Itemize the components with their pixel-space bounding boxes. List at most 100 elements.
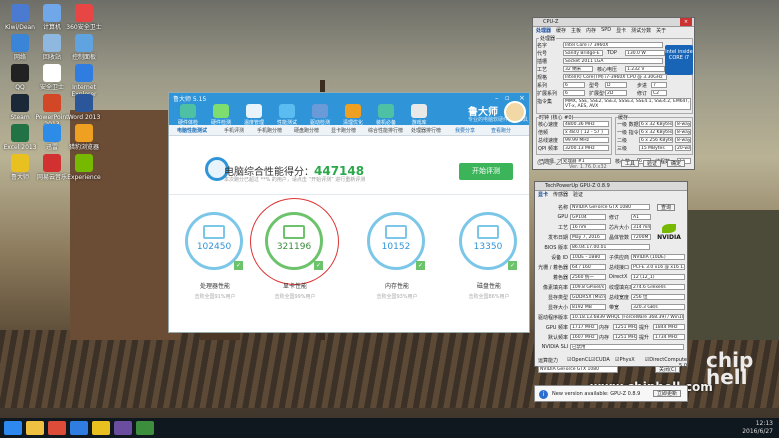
cpuz-tab-2[interactable]: 主板 [571, 27, 581, 36]
lookup-button[interactable]: 查询 [657, 204, 676, 211]
tab-3[interactable]: 硬盘跑分榜 [294, 127, 319, 134]
tab-1[interactable]: 手机评测 [224, 127, 244, 134]
app-icon [43, 64, 61, 82]
toolbar-item-6[interactable]: 装机必备 [371, 104, 401, 126]
desktop-icon[interactable]: 网易云音乐 [34, 154, 70, 181]
toolbar-item-4[interactable]: 驱动检测 [305, 104, 335, 126]
gpuz-value2: 314 mm² [631, 224, 651, 230]
validate-button[interactable]: 验证 [643, 160, 662, 167]
desktop-icon[interactable]: Internet Explorer [66, 64, 102, 98]
desktop-icon[interactable]: 控制面板 [66, 34, 102, 61]
desktop-icon[interactable]: QQ [2, 64, 38, 91]
component-icon [385, 225, 407, 239]
desktop-icon[interactable]: Word 2013 [66, 94, 102, 121]
gpuz-tab-2[interactable]: 验证 [573, 191, 583, 200]
desktop-icon[interactable]: Steam [2, 94, 38, 121]
taskbar-ie-icon[interactable] [70, 421, 88, 435]
taskbar-chrome-icon[interactable] [48, 421, 66, 435]
desktop-icon[interactable]: 猎豹浏览器 [66, 124, 102, 151]
cpuz-tab-3[interactable]: 内存 [586, 27, 596, 36]
toolbar-item-5[interactable]: 清理优化 [338, 104, 368, 126]
desktop-icon[interactable]: Experience [66, 154, 102, 181]
desktop-icon-label: 计算机 [42, 24, 61, 31]
desktop-icon[interactable]: 计算机 [34, 4, 70, 31]
cpuz-value: 7 [651, 82, 667, 88]
ok-button[interactable]: 确定 [667, 160, 686, 167]
taskbar-explorer-icon[interactable] [26, 421, 44, 435]
gpu-select[interactable]: NVIDIA GeForce GTX 1080 [538, 366, 618, 373]
cpuz-window[interactable]: CPU-Z × 处理器 缓存 主板 内存 SPD 显卡 测试分数 关于 处理器 intel in… [532, 17, 695, 170]
gpuz-label: 名称 [557, 205, 568, 211]
toolbar-item-1[interactable]: 硬件检测 [206, 104, 236, 126]
tab-0[interactable]: 电脑性能测试 [177, 127, 207, 134]
desktop: Kiwi/Dean 计算机 360安全卫士网络 回收站 控制面板 QQ 安全卫士 Intern… [0, 0, 779, 438]
gpuz-value: 109.8 GPixel/s [570, 284, 606, 290]
tab-6[interactable]: 处理器排行榜 [411, 127, 441, 134]
app-icon [11, 34, 29, 52]
taskbar-ludashi-icon[interactable] [92, 421, 110, 435]
cache-label: 一级 数据 [617, 122, 639, 128]
desktop-icon[interactable]: Kiwi/Dean [2, 4, 38, 31]
taskbar-cpu-z-icon[interactable] [114, 421, 132, 435]
desktop-icon[interactable]: 回收站 [34, 34, 70, 61]
compute-option[interactable]: ☑OpenCL [567, 357, 591, 363]
compute-option[interactable]: ☑PhysX [615, 357, 635, 363]
restore-icon[interactable]: ▫ [505, 94, 510, 102]
gpuz-label: NVIDIA SLI [541, 344, 568, 350]
taskbar-start-icon[interactable] [4, 421, 22, 435]
compute-option[interactable]: ☑CUDA [591, 357, 610, 363]
close-icon[interactable]: × [519, 94, 525, 102]
score-note-0: 击败全国91%用户 [194, 294, 236, 300]
wallpaper-trees [680, 210, 779, 340]
app-icon [11, 94, 29, 112]
toolbar-item-7[interactable]: 游戏库 [404, 104, 434, 126]
view-score-link[interactable]: 查看跑分 [491, 127, 511, 134]
desktop-icon[interactable]: 网络 [2, 34, 38, 61]
gpuz-label2: 总线宽度 [609, 295, 630, 301]
taskbar-apps [0, 421, 154, 435]
tab-5[interactable]: 综合性能排行榜 [368, 127, 403, 134]
ludashi-mascot-icon[interactable] [504, 101, 526, 123]
system-tray[interactable]: 12:13 2016/6/27 [742, 420, 773, 436]
cpuz-tab-7[interactable]: 关于 [656, 27, 666, 36]
ludashi-window[interactable]: 鲁大师 5.15 – ▫ × 硬件体检 硬件检测 温度管理 性能测试 驱动检测 清理优化装… [168, 92, 530, 333]
desktop-icon[interactable]: 迅雷 [34, 124, 70, 151]
cpuz-tab-6[interactable]: 测试分数 [631, 27, 651, 36]
desktop-icon[interactable]: 安全卫士 [34, 64, 70, 91]
gpuz-tab-1[interactable]: 传感器 [553, 191, 568, 200]
desktop-icon[interactable]: 360安全卫士 [66, 4, 102, 31]
cpuz-value: D [605, 82, 627, 88]
gpuz-label2: 内存 [599, 325, 610, 331]
toolbar-item-0[interactable]: 硬件体检 [173, 104, 203, 126]
tools-button[interactable]: 工具 [621, 160, 640, 167]
gpuz-value: NVIDIA GeForce GTX 1080 [570, 204, 650, 210]
close-icon[interactable]: × [680, 18, 692, 26]
desktop-icon[interactable]: Excel 2013 [2, 124, 38, 151]
gpuz-label2: 晶体管数 [609, 235, 630, 241]
toolbar-item-3[interactable]: 性能测试 [272, 104, 302, 126]
gpuz-value2: NVIDIA (10DE) [631, 254, 685, 260]
taskbar-gpu-z-icon[interactable] [136, 421, 154, 435]
gpuz-value2: 1251 MHz [613, 334, 637, 340]
update-now-button[interactable]: 立即更新 [653, 390, 682, 397]
cpuz-tab-4[interactable]: SPD [601, 27, 611, 36]
start-test-button[interactable]: 开始评测 [459, 163, 513, 180]
tab-4[interactable]: 显卡跑分榜 [331, 127, 356, 134]
tab-2[interactable]: 手机跑分榜 [257, 127, 282, 134]
desktop-icon[interactable]: 鲁大师 [2, 154, 38, 181]
cpuz-label: 代号 [537, 51, 548, 57]
cpuz-tab-1[interactable]: 缓存 [556, 27, 566, 36]
share-link[interactable]: 我要分享 [455, 127, 475, 134]
gpuz-label: 发布日期 [547, 235, 568, 241]
score-value-0: 102450 [196, 242, 232, 252]
gpuz-label2: 带宽 [609, 305, 620, 311]
toolbar-item-2[interactable]: 温度管理 [239, 104, 269, 126]
desktop-icon[interactable]: PowerPoint 2013 [34, 94, 70, 128]
gpuz-window[interactable]: TechPowerUp GPU-Z 0.8.9 显卡 传感器 验证 NVIDIA 名… [534, 181, 688, 373]
gpuz-tab-0[interactable]: 显卡 [538, 191, 548, 200]
cpuz-tab-5[interactable]: 显卡 [616, 27, 626, 36]
close-button[interactable]: 关闭(C) [655, 366, 681, 373]
app-icon [75, 34, 93, 52]
cpuz-label: 指令集 [537, 99, 553, 105]
minimize-icon[interactable]: – [495, 94, 499, 102]
